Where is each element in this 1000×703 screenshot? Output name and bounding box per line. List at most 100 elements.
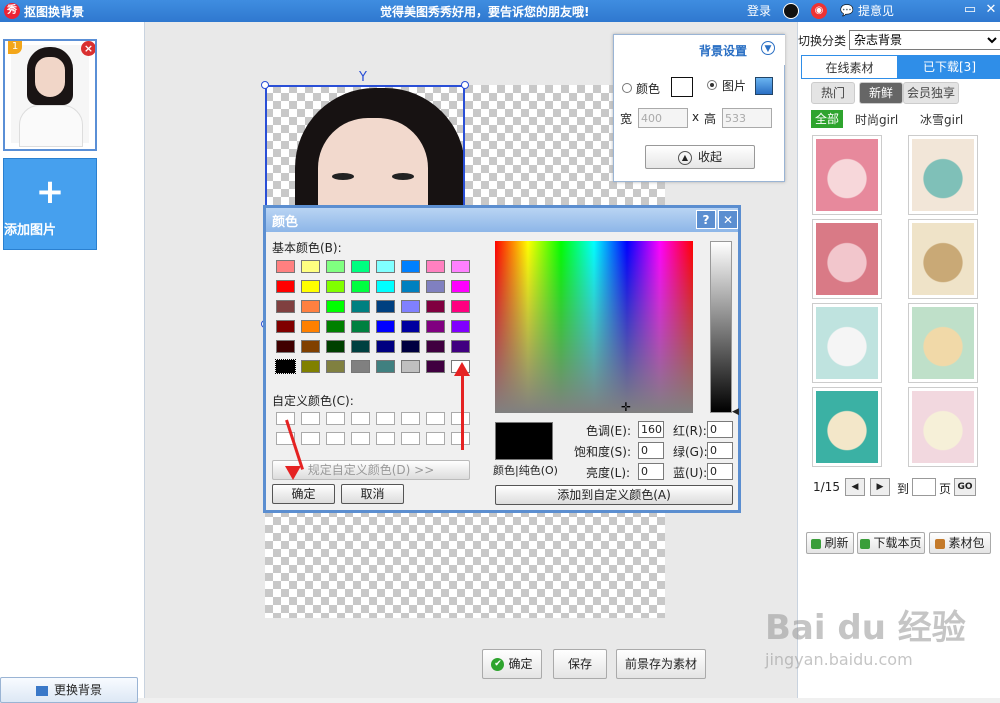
basic-color-swatch[interactable] [376,260,395,273]
basic-color-swatch[interactable] [376,340,395,353]
category-fashion-girl[interactable]: 时尚girl [855,111,898,128]
slogan-link[interactable]: 觉得美图秀秀好用，要告诉您的朋友哦! [380,3,589,20]
background-settings-tab[interactable]: 背景设置 ▼ [689,35,785,65]
luminance-slider[interactable] [710,241,732,413]
dialog-close-button[interactable]: ✕ [718,210,738,229]
basic-color-swatch[interactable] [401,320,420,333]
basic-color-swatch[interactable] [376,300,395,313]
hue-field[interactable]: 160 [638,421,664,438]
custom-color-swatch[interactable] [351,432,370,445]
basic-color-swatch[interactable] [301,320,320,333]
custom-color-swatch[interactable] [326,432,345,445]
basic-color-swatch[interactable] [326,320,345,333]
material-card[interactable] [812,219,882,299]
basic-color-swatch[interactable] [426,340,445,353]
page-input[interactable] [912,478,936,496]
custom-color-swatch[interactable] [376,412,395,425]
custom-color-swatch[interactable] [326,412,345,425]
basic-color-swatch[interactable] [401,300,420,313]
color-radio[interactable] [622,83,632,93]
custom-color-swatch[interactable] [401,432,420,445]
basic-color-swatch[interactable] [426,300,445,313]
image-radio[interactable] [707,80,717,90]
basic-color-swatch[interactable] [451,280,470,293]
basic-color-swatch[interactable] [426,320,445,333]
refresh-button[interactable]: 刷新 [806,532,854,554]
basic-color-swatch[interactable] [276,300,295,313]
basic-color-swatch[interactable] [276,260,295,273]
basic-color-swatch[interactable] [376,280,395,293]
color-spectrum[interactable] [495,241,693,413]
change-background-button[interactable]: 更换背景 [0,677,138,703]
custom-color-swatch[interactable] [301,432,320,445]
help-button[interactable]: ? [696,210,716,229]
material-card[interactable] [908,219,978,299]
height-field[interactable] [722,108,772,128]
basic-color-swatch[interactable] [326,340,345,353]
close-icon[interactable]: ✕ [983,2,999,18]
basic-color-swatch[interactable] [301,360,320,373]
weibo-icon[interactable]: ◉ [811,3,827,19]
collapse-button[interactable]: ▲ 收起 [645,145,755,169]
basic-color-swatch[interactable] [301,260,320,273]
basic-color-swatch[interactable] [351,320,370,333]
width-field[interactable] [638,108,688,128]
custom-color-swatch[interactable] [376,432,395,445]
basic-color-swatch[interactable] [301,280,320,293]
subtab-vip[interactable]: 会员独享 [903,82,959,104]
basic-color-swatch[interactable] [376,360,395,373]
material-card[interactable] [812,303,882,383]
dialog-title-bar[interactable]: 颜色 ? ✕ [266,208,738,232]
basic-color-swatch[interactable] [326,300,345,313]
category-all[interactable]: 全部 [811,110,843,128]
prev-page-button[interactable]: ◀ [845,478,865,496]
basic-color-swatch[interactable] [401,280,420,293]
picture-icon[interactable] [755,77,773,95]
basic-color-swatch[interactable] [301,340,320,353]
basic-color-swatch[interactable] [275,359,296,374]
go-button[interactable]: GO [954,478,976,496]
basic-color-swatch[interactable] [301,300,320,313]
subtab-fresh[interactable]: 新鲜 [859,82,903,104]
basic-color-swatch[interactable] [401,260,420,273]
saturation-field[interactable]: 0 [638,442,664,459]
basic-color-swatch[interactable] [451,320,470,333]
dialog-cancel-button[interactable]: 取消 [341,484,404,504]
custom-color-swatch[interactable] [426,432,445,445]
luminance-pointer-icon[interactable]: ◀ [732,407,739,417]
resize-handle-top-right[interactable] [461,81,469,89]
custom-color-swatch[interactable] [426,412,445,425]
material-card[interactable] [908,387,978,467]
blue-field[interactable]: 0 [707,463,733,480]
basic-color-swatch[interactable] [451,340,470,353]
confirm-button[interactable]: ✔ 确定 [482,649,542,679]
subtab-hot[interactable]: 热门 [811,82,855,104]
material-pack-button[interactable]: 素材包 [929,532,991,554]
basic-color-swatch[interactable] [326,280,345,293]
basic-color-swatch[interactable] [276,340,295,353]
basic-color-swatch[interactable] [451,300,470,313]
basic-color-swatch[interactable] [376,320,395,333]
basic-color-swatch[interactable] [451,260,470,273]
basic-color-swatch[interactable] [426,260,445,273]
category-select[interactable]: 杂志背景 [849,30,1000,50]
login-link[interactable]: 登录 [747,2,771,19]
basic-color-swatch[interactable] [426,280,445,293]
color-swatch[interactable] [671,77,693,97]
basic-color-swatch[interactable] [351,260,370,273]
next-page-button[interactable]: ▶ [870,478,890,496]
material-card[interactable] [908,303,978,383]
image-thumbnail[interactable]: 1 × [3,39,97,151]
material-card[interactable] [812,135,882,215]
chevron-down-icon[interactable]: ▼ [761,41,775,55]
qq-icon[interactable] [783,3,799,19]
luminance-field[interactable]: 0 [638,463,664,480]
save-foreground-button[interactable]: 前景存为素材 [616,649,706,679]
basic-color-swatch[interactable] [351,300,370,313]
custom-color-swatch[interactable] [301,412,320,425]
basic-color-swatch[interactable] [351,280,370,293]
save-button[interactable]: 保存 [553,649,607,679]
material-card[interactable] [908,135,978,215]
red-field[interactable]: 0 [707,421,733,438]
basic-color-swatch[interactable] [426,360,445,373]
